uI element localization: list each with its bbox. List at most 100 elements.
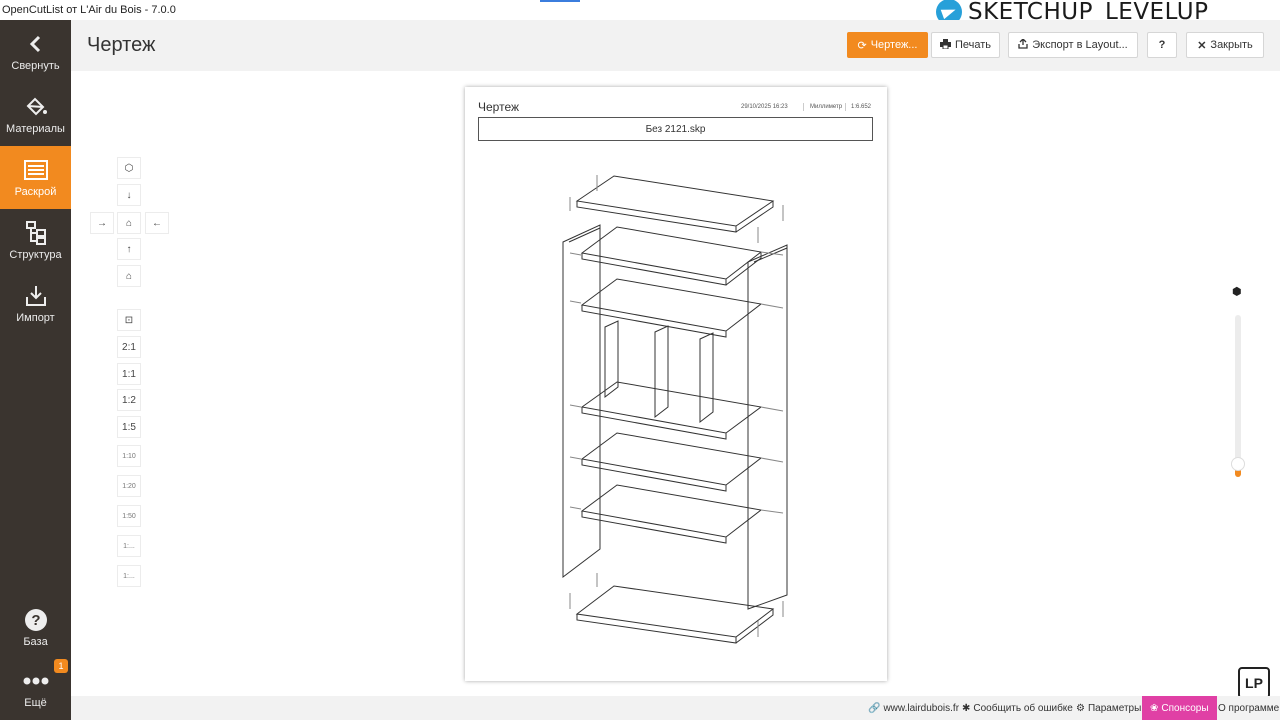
website-link[interactable]: 🔗 www.lairdubois.fr (868, 696, 959, 720)
arrow-up-icon: ↑ (126, 243, 132, 255)
print-button[interactable]: Печать (931, 32, 1000, 58)
zoom-extents-button[interactable]: ⊡ (117, 309, 141, 331)
drawing-viewport[interactable]: ⬡ ↓ → ⌂ ← ↑ ⌂ ⊡ 2:1 1:1 1:2 1:5 1:10 1:2… (71, 71, 1280, 696)
tree-icon (23, 220, 49, 245)
zoom-slider-thumb[interactable] (1231, 457, 1245, 471)
export-layout-button[interactable]: Экспорт в Layout... (1008, 32, 1138, 58)
zoom-slider[interactable]: ⬢ (1228, 285, 1248, 485)
house-outline-icon: ⌂ (125, 270, 133, 282)
scale-label: 1:10 (122, 452, 136, 460)
window-title: OpenCutList от L'Air du Bois - 7.0.0 (2, 4, 176, 16)
settings-link[interactable]: ⚙ Параметры (1076, 696, 1141, 720)
view-isometric-button[interactable]: ⬡ (117, 157, 141, 179)
help-button[interactable]: ? (1147, 32, 1177, 58)
view-top-button[interactable]: ↓ (117, 184, 141, 206)
sponsors-link[interactable]: ❀ Спонсоры (1142, 696, 1217, 720)
about-label: О программе (1218, 702, 1280, 714)
sidebar-item-more[interactable]: Ещё 1 (0, 657, 71, 720)
sidebar-item-cutlist[interactable]: Раскрой (0, 146, 71, 209)
view-right-button[interactable]: ← (145, 212, 169, 234)
chevron-left-icon (23, 32, 49, 56)
sidebar-item-collapse[interactable]: Свернуть (0, 20, 71, 83)
sidebar-item-label: Структура (9, 248, 62, 261)
settings-label: Параметры (1087, 702, 1142, 714)
link-icon: 🔗 (868, 702, 881, 714)
refresh-icon: ⟳ (857, 39, 867, 52)
bottom-panel (575, 585, 775, 644)
sidebar-item-knowledge-base[interactable]: ? База (0, 596, 71, 659)
refresh-drawing-label: Чертеж... (870, 39, 918, 51)
gear-icon: ⚙ (1076, 702, 1085, 714)
view-bottom-button[interactable]: ↑ (117, 238, 141, 260)
scale-1-1-button[interactable]: 1:1 (117, 363, 141, 385)
scale-1-20-button[interactable]: 1:20 (117, 475, 141, 497)
sidebar-item-import[interactable]: Импорт (0, 272, 71, 335)
scale-1-5-button[interactable]: 1:5 (117, 416, 141, 438)
scale-label: 1:2 (122, 394, 136, 406)
paint-bucket-icon (23, 95, 49, 119)
refresh-drawing-button[interactable]: ⟳ Чертеж... (847, 32, 928, 58)
report-label: Сообщить об ошибке (973, 702, 1073, 714)
scale-1-2-button[interactable]: 1:2 (117, 389, 141, 411)
shelf (580, 381, 763, 440)
exploded-cabinet-drawing (562, 175, 788, 644)
sidebar-item-label: Импорт (16, 311, 55, 324)
cube-icon: ⬢ (1232, 286, 1242, 298)
help-circle-icon: ? (23, 608, 49, 632)
scale-2-1-button[interactable]: 2:1 (117, 336, 141, 358)
header: Чертеж ⟳ Чертеж... Печать Экспорт в Layo… (71, 20, 1280, 71)
import-icon (23, 284, 49, 308)
shelf (580, 484, 763, 544)
about-link[interactable]: О программе (1218, 696, 1279, 720)
scale-label: 1:... (123, 572, 135, 580)
cube-icon: ⬡ (124, 162, 134, 174)
zoom-slider-track[interactable] (1235, 315, 1241, 477)
view-back-button[interactable]: ⌂ (117, 265, 141, 287)
left-side-panel (562, 224, 601, 579)
zoom-extents-icon: ⊡ (124, 314, 134, 326)
export-label: Экспорт в Layout... (1032, 39, 1128, 51)
close-icon: ✕ (1197, 39, 1207, 52)
sidebar-item-label: Свернуть (11, 59, 60, 72)
dowel (569, 573, 784, 637)
logo-text: LP (1245, 675, 1263, 691)
scale-label: 1:50 (122, 512, 136, 520)
dowel (569, 175, 784, 243)
sidebar-item-label: Ещё (24, 696, 47, 709)
shelf (580, 226, 763, 286)
scale-custom-button[interactable]: 1:... (117, 535, 141, 557)
notification-badge: 1 (54, 659, 68, 673)
bug-icon: ✱ (962, 702, 971, 714)
view-left-button[interactable]: → (90, 212, 114, 234)
drawing-sheet: Чертеж 29/10/2025 16:23 Миллиметр 1:6.65… (465, 87, 887, 681)
website-label: www.lairdubois.fr (883, 702, 960, 714)
scale-custom-button[interactable]: 1:... (117, 565, 141, 587)
sidebar-item-structure[interactable]: Структура (0, 209, 71, 272)
home-icon: ⌂ (125, 217, 133, 229)
scale-1-10-button[interactable]: 1:10 (117, 445, 141, 467)
shelf (580, 432, 763, 492)
partition (654, 325, 669, 419)
more-icon (23, 669, 49, 693)
close-label: Закрыть (1210, 39, 1253, 51)
view-front-button[interactable]: ⌂ (117, 212, 141, 234)
scale-label: 1:... (123, 542, 135, 550)
sidebar-item-label: База (23, 635, 48, 648)
scale-label: 1:20 (122, 482, 136, 490)
footer: 🔗 www.lairdubois.fr ✱ Сообщить об ошибке… (71, 696, 1280, 720)
dowel (760, 251, 784, 514)
arrow-left-icon: ← (152, 217, 162, 229)
scale-label: 1:5 (122, 421, 136, 433)
sidebar-item-materials[interactable]: Материалы (0, 83, 71, 146)
right-side-panel (747, 244, 788, 610)
arrow-right-icon: → (97, 217, 107, 229)
report-bug-link[interactable]: ✱ Сообщить об ошибке (962, 696, 1073, 720)
export-icon (1018, 37, 1028, 52)
levelup-logo: LP (1238, 667, 1270, 699)
scale-1-50-button[interactable]: 1:50 (117, 505, 141, 527)
shelf (580, 278, 763, 338)
top-panel (575, 175, 775, 233)
close-button[interactable]: ✕ Закрыть (1186, 32, 1264, 58)
sponsor-icon: ❀ (1150, 702, 1159, 714)
print-label: Печать (954, 39, 992, 51)
